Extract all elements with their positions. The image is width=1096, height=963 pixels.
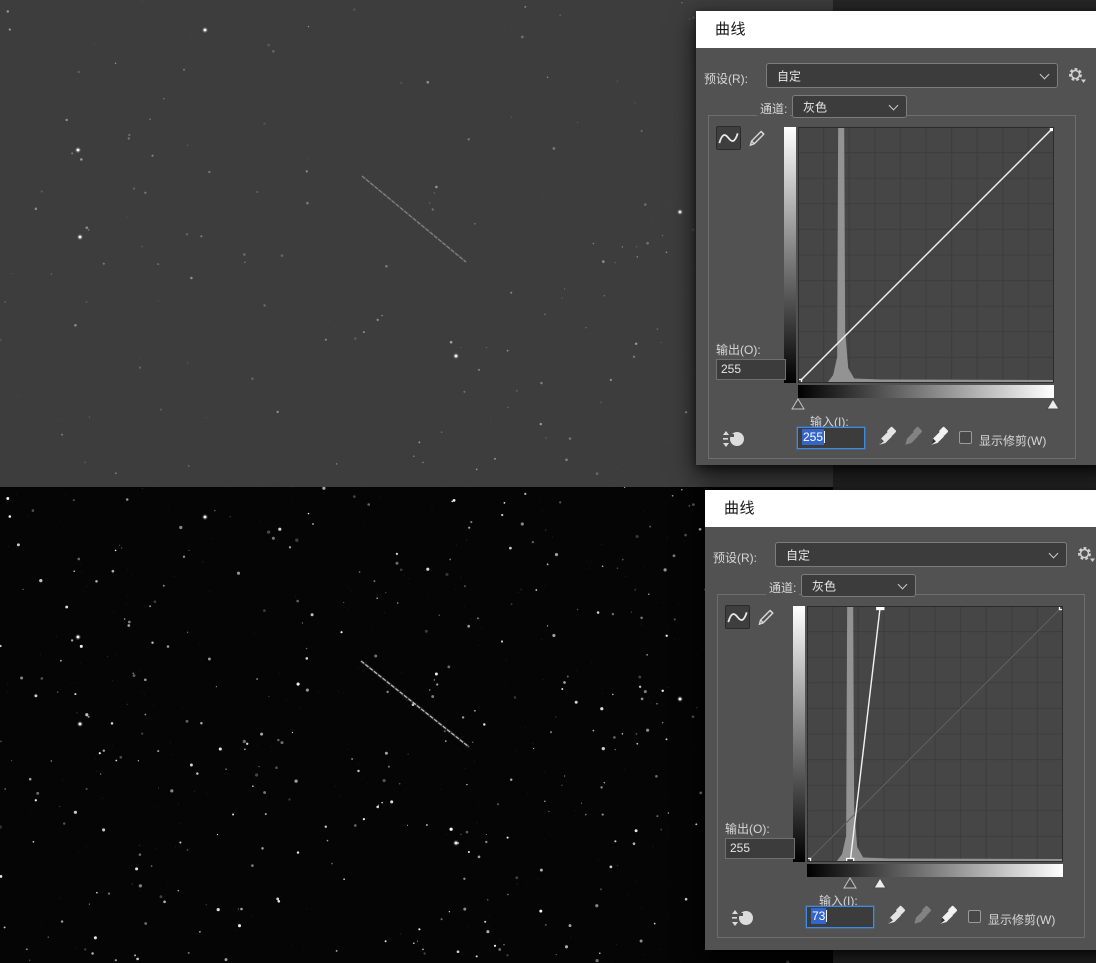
- output-gradient-bar: [784, 127, 796, 383]
- hand-notch: [729, 434, 734, 437]
- channel-select[interactable]: 灰色: [801, 574, 916, 597]
- dialog-title: 曲线: [715, 11, 746, 48]
- targeted-adjustment-button[interactable]: [720, 428, 746, 450]
- input-slider-row: [807, 877, 1063, 890]
- white-point-slider[interactable]: [873, 877, 887, 889]
- chevron-down-icon: [1040, 69, 1050, 79]
- show-clipping-label: 显示修剪(W): [979, 432, 1046, 449]
- dialog-titlebar[interactable]: 曲线: [696, 11, 1096, 48]
- preset-value: 自定: [777, 67, 801, 84]
- pencil-mode-button[interactable]: [754, 605, 778, 629]
- channel-label: 通道:: [757, 100, 790, 117]
- curve-chart[interactable]: [798, 127, 1054, 383]
- pencil-mode-button[interactable]: [745, 126, 769, 150]
- chevron-down-icon: [1049, 548, 1059, 558]
- preset-label: 预设(R):: [713, 549, 757, 566]
- output-field[interactable]: 255: [725, 838, 795, 859]
- chevron-down-icon: [889, 100, 899, 110]
- input-slider-row: [798, 398, 1054, 411]
- channel-value: 灰色: [803, 98, 827, 115]
- curves-dialog-after: 曲线 预设(R): 自定 通道: 灰色: [705, 490, 1096, 950]
- output-label: 输出(O):: [716, 341, 761, 358]
- curve-chart[interactable]: [807, 606, 1063, 862]
- white-point-eyedropper-button[interactable]: [937, 904, 959, 928]
- white-point-eyedropper-button[interactable]: [928, 425, 950, 449]
- dialog-title: 曲线: [724, 490, 755, 527]
- pencil-icon: [745, 126, 769, 150]
- input-field[interactable]: 255: [797, 427, 865, 449]
- output-value: 255: [730, 841, 750, 855]
- output-field[interactable]: 255: [716, 359, 786, 380]
- curve-edit-mode-button[interactable]: [716, 126, 741, 150]
- show-clipping-checkbox[interactable]: [959, 431, 972, 444]
- input-value: 73: [811, 908, 826, 924]
- curves-dialog-before: 曲线 预设(R): 自定 通道: 灰色: [696, 11, 1096, 465]
- input-gradient-bar: [807, 864, 1063, 877]
- dialog-titlebar[interactable]: 曲线: [705, 490, 1096, 527]
- black-point-eyedropper-button[interactable]: [885, 904, 907, 928]
- show-clipping-checkbox[interactable]: [968, 910, 981, 923]
- curve-wave-icon: [726, 606, 749, 628]
- input-gradient-bar: [798, 385, 1054, 398]
- channel-value: 灰色: [812, 577, 836, 594]
- preset-select[interactable]: 自定: [766, 63, 1058, 88]
- preset-options-gear-button[interactable]: [1077, 546, 1096, 563]
- text-caret: [824, 431, 825, 443]
- photoshop-workspace: 曲线 预设(R): 自定 通道: 灰色: [0, 0, 1096, 963]
- output-value: 255: [721, 362, 741, 376]
- text-caret: [826, 910, 827, 922]
- gray-point-eyedropper-button[interactable]: [902, 425, 924, 449]
- input-field[interactable]: 73: [806, 906, 874, 928]
- curve-wave-icon: [717, 127, 740, 149]
- pencil-icon: [754, 605, 778, 629]
- preset-select[interactable]: 自定: [775, 542, 1067, 567]
- black-point-slider[interactable]: [791, 398, 805, 410]
- gray-point-eyedropper-button[interactable]: [911, 904, 933, 928]
- targeted-adjustment-button[interactable]: [729, 907, 755, 929]
- preset-options-gear-button[interactable]: [1068, 67, 1087, 84]
- show-clipping-label: 显示修剪(W): [988, 911, 1055, 928]
- output-gradient-bar: [793, 606, 805, 862]
- hand-notch: [738, 913, 743, 916]
- output-label: 输出(O):: [725, 820, 770, 837]
- black-point-eyedropper-button[interactable]: [876, 425, 898, 449]
- curve-edit-mode-button[interactable]: [725, 605, 750, 629]
- input-value: 255: [802, 429, 824, 445]
- preset-label: 预设(R):: [704, 70, 748, 87]
- channel-label: 通道:: [766, 579, 799, 596]
- preset-value: 自定: [786, 546, 810, 563]
- black-point-slider[interactable]: [843, 877, 857, 889]
- white-point-slider[interactable]: [1046, 398, 1060, 410]
- chevron-down-icon: [898, 579, 908, 589]
- channel-select[interactable]: 灰色: [792, 95, 907, 118]
